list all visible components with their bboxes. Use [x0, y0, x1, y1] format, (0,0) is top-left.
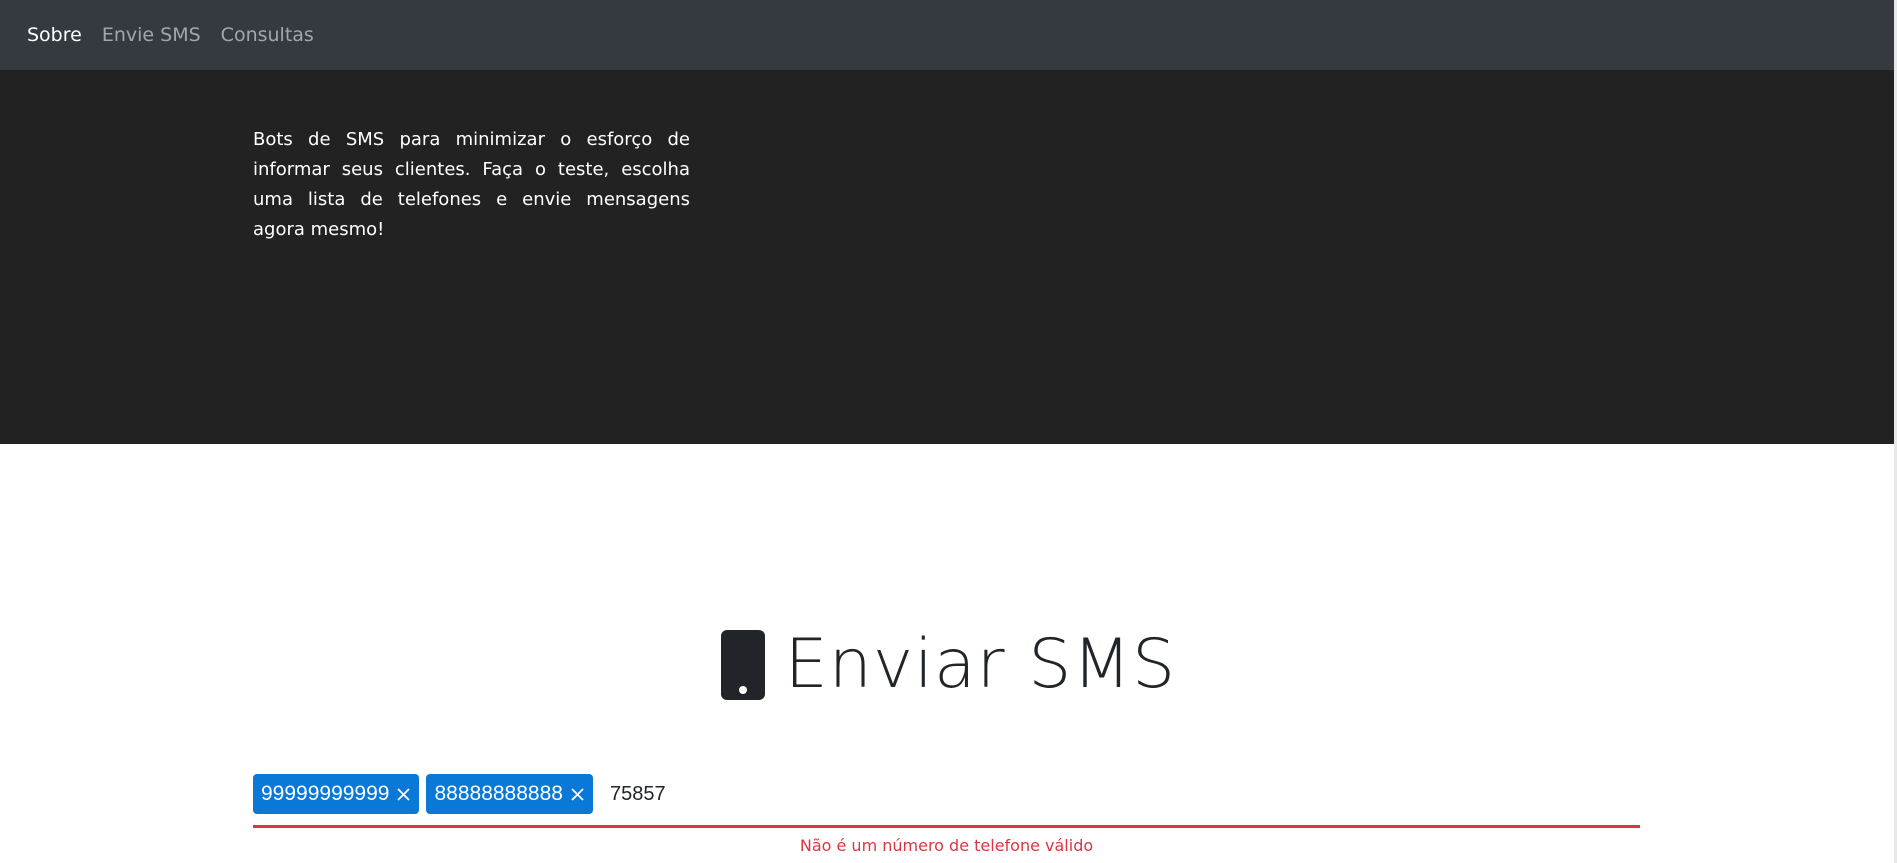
nav-link-envie-sms[interactable]: Envie SMS [102, 24, 201, 46]
validation-error-message: Não é um número de telefone válido [799, 836, 1094, 855]
nav-link-consultas[interactable]: Consultas [221, 24, 314, 46]
navbar: Sobre Envie SMS Consultas [0, 0, 1897, 70]
form-header: Enviar SMS [0, 625, 1897, 704]
phone-tag: 88888888888 [426, 774, 593, 814]
nav-link-sobre[interactable]: Sobre [27, 24, 82, 46]
hero-section: Bots de SMS para minimizar o esforço de … [0, 70, 1897, 444]
page-title: Enviar SMS [784, 625, 1177, 704]
phone-tag: 99999999999 [253, 774, 420, 814]
close-icon[interactable] [570, 787, 585, 802]
phone-tags-field[interactable]: 99999999999 88888888888 [253, 774, 1640, 828]
phone-number-input[interactable] [609, 774, 1010, 814]
phone-tag-label: 99999999999 [261, 782, 390, 805]
phone-tag-label: 88888888888 [434, 782, 563, 805]
nav-list: Sobre Envie SMS Consultas [27, 24, 334, 46]
hero-description: Bots de SMS para minimizar o esforço de … [253, 129, 690, 240]
phone-icon [720, 629, 765, 700]
close-icon[interactable] [396, 787, 411, 802]
